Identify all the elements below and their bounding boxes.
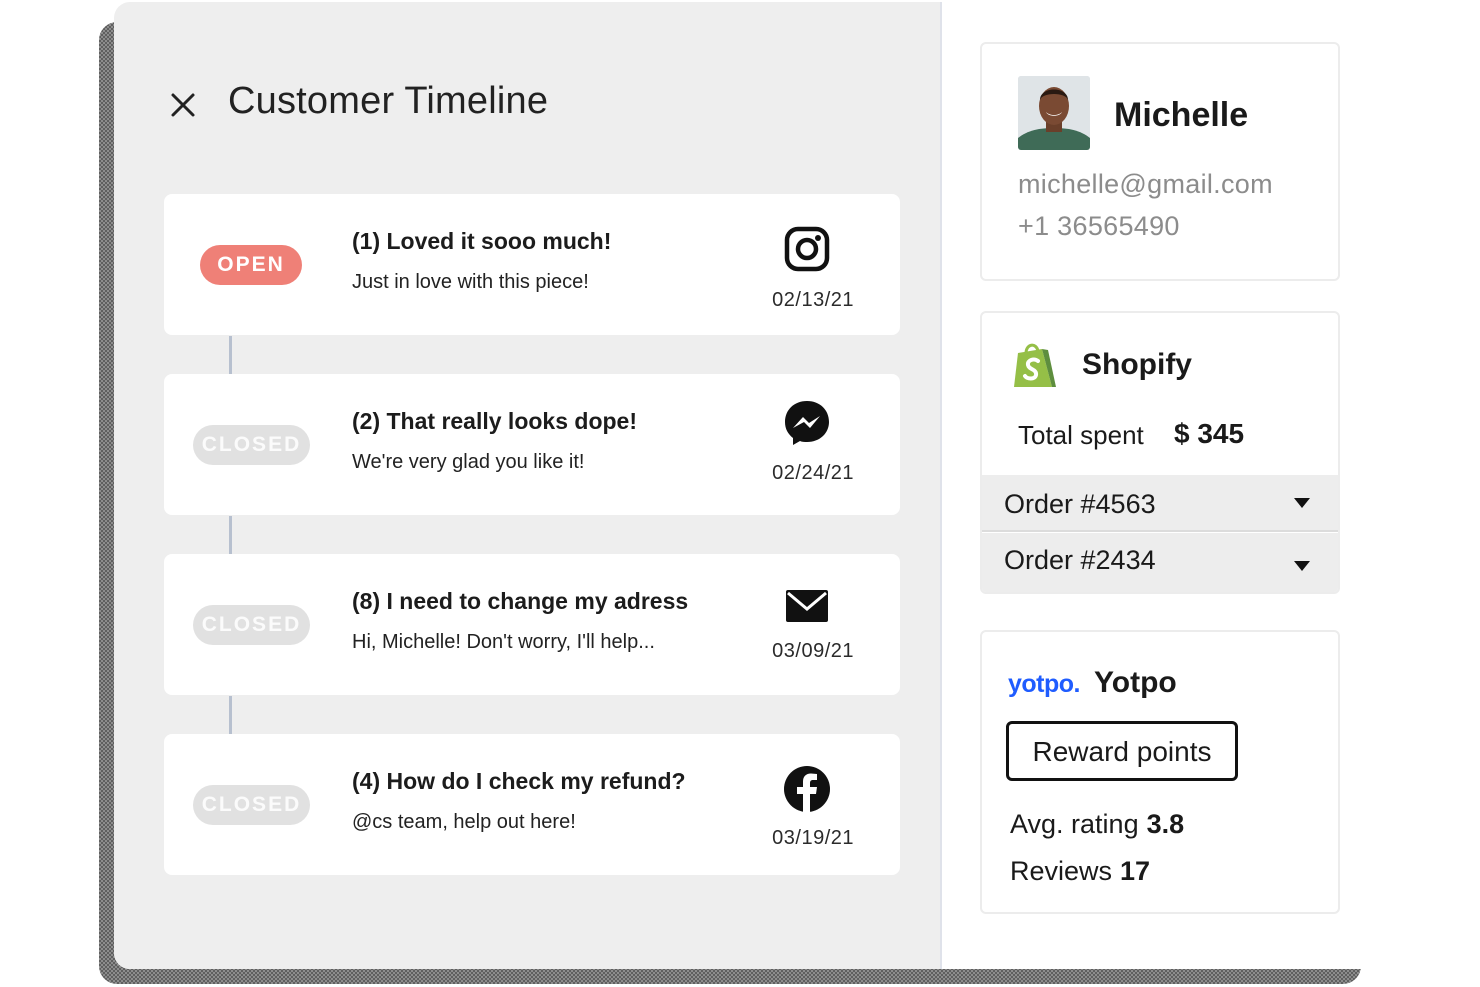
reviews-label: Reviews	[1010, 856, 1113, 886]
timeline-connector	[229, 516, 232, 556]
yotpo-logo: yotpo.	[1008, 670, 1081, 698]
timeline-pane: Customer Timeline OPEN (1) Loved it sooo…	[114, 2, 942, 969]
email-icon	[786, 590, 828, 622]
reviews-count: Reviews 17	[1010, 856, 1150, 887]
timeline-connector	[229, 336, 232, 376]
ticket-title: (2) That really looks dope!	[352, 408, 637, 434]
total-spent-label: Total spent	[1018, 420, 1144, 450]
ticket-date: 03/19/21	[772, 827, 854, 849]
shopify-panel: Shopify Total spent $ 345 Order #4563 Or…	[980, 311, 1340, 594]
yotpo-title: Yotpo	[1094, 666, 1177, 699]
timeline-card[interactable]: CLOSED (8) I need to change my adress Hi…	[164, 554, 900, 695]
ticket-date: 02/24/21	[772, 462, 854, 484]
close-icon[interactable]	[168, 90, 198, 120]
status-badge: OPEN	[200, 244, 302, 285]
yotpo-panel: yotpo. Yotpo Reward points Avg. rating 3.…	[980, 630, 1340, 914]
avatar	[1018, 76, 1090, 150]
reward-points-button[interactable]: Reward points	[1006, 721, 1238, 781]
ticket-message: Hi, Michelle! Don't worry, I'll help...	[352, 631, 655, 653]
messenger-icon	[785, 401, 829, 445]
shopify-title: Shopify	[1082, 348, 1192, 381]
timeline-connector	[229, 696, 232, 736]
ticket-title: (1) Loved it sooo much!	[352, 228, 612, 254]
avg-rating-label: Avg. rating	[1010, 809, 1139, 839]
customer-timeline-window: Customer Timeline OPEN (1) Loved it sooo…	[114, 2, 1366, 969]
timeline-card[interactable]: CLOSED (2) That really looks dope! We're…	[164, 374, 900, 515]
ticket-title: (4) How do I check my refund?	[352, 768, 686, 794]
facebook-icon	[784, 766, 830, 812]
ticket-title: (8) I need to change my adress	[352, 588, 689, 614]
order-label: Order #4563	[1004, 489, 1156, 519]
order-label: Order #2434	[1004, 545, 1156, 575]
ticket-date: 02/13/21	[772, 289, 854, 311]
ticket-date: 03/09/21	[772, 640, 854, 662]
avg-rating: Avg. rating 3.8	[1010, 809, 1184, 840]
avg-rating-value: 3.8	[1146, 809, 1185, 839]
status-badge: CLOSED	[193, 424, 310, 465]
timeline-card[interactable]: CLOSED (4) How do I check my refund? @cs…	[164, 734, 900, 875]
reviews-value: 17	[1120, 856, 1151, 886]
instagram-icon	[784, 226, 830, 272]
total-spent-value: $ 345	[1174, 418, 1245, 449]
ticket-message: We're very glad you like it!	[352, 451, 585, 473]
page-title: Customer Timeline	[228, 80, 549, 122]
shopify-logo-icon	[1014, 343, 1056, 387]
order-row[interactable]: Order #4563	[982, 475, 1338, 532]
timeline-card[interactable]: OPEN (1) Loved it sooo much! Just in lov…	[164, 194, 900, 335]
ticket-message: @cs team, help out here!	[352, 811, 576, 833]
ticket-message: Just in love with this piece!	[352, 271, 589, 293]
customer-email: michelle@gmail.com	[1018, 169, 1273, 199]
chevron-down-icon	[1294, 498, 1310, 508]
order-row[interactable]: Order #2434	[982, 533, 1338, 592]
status-badge: CLOSED	[193, 604, 310, 645]
status-badge: CLOSED	[193, 784, 310, 825]
customer-name: Michelle	[1114, 96, 1249, 134]
customer-phone: +1 36565490	[1018, 211, 1180, 241]
customer-profile-panel: Michelle michelle@gmail.com +1 36565490	[980, 42, 1340, 281]
chevron-down-icon	[1294, 561, 1310, 571]
